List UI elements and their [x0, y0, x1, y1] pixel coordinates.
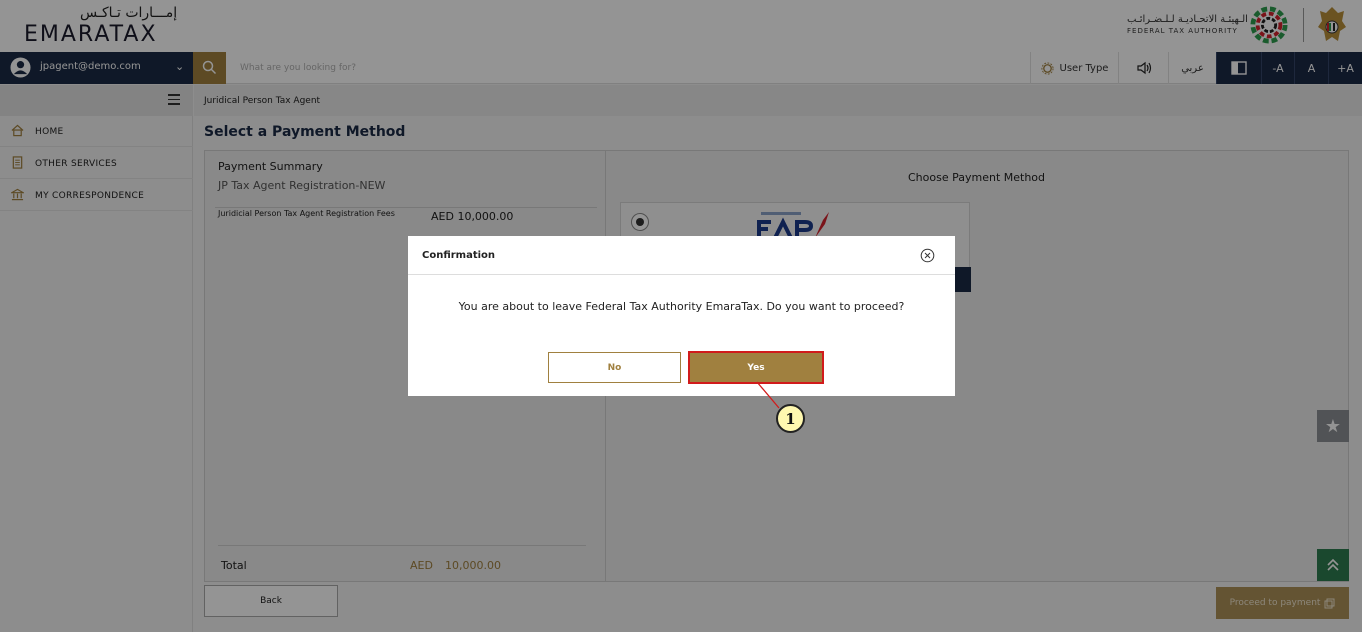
dialog-title: Confirmation: [422, 250, 496, 261]
no-button[interactable]: No: [548, 352, 681, 383]
close-icon[interactable]: [920, 248, 935, 263]
dialog-message: You are about to leave Federal Tax Autho…: [458, 300, 905, 313]
step-callout-badge: 1: [776, 404, 805, 433]
yes-button[interactable]: Yes: [688, 351, 824, 384]
confirmation-dialog: Confirmation You are about to leave Fede…: [408, 236, 955, 396]
dialog-header: Confirmation: [408, 236, 955, 275]
